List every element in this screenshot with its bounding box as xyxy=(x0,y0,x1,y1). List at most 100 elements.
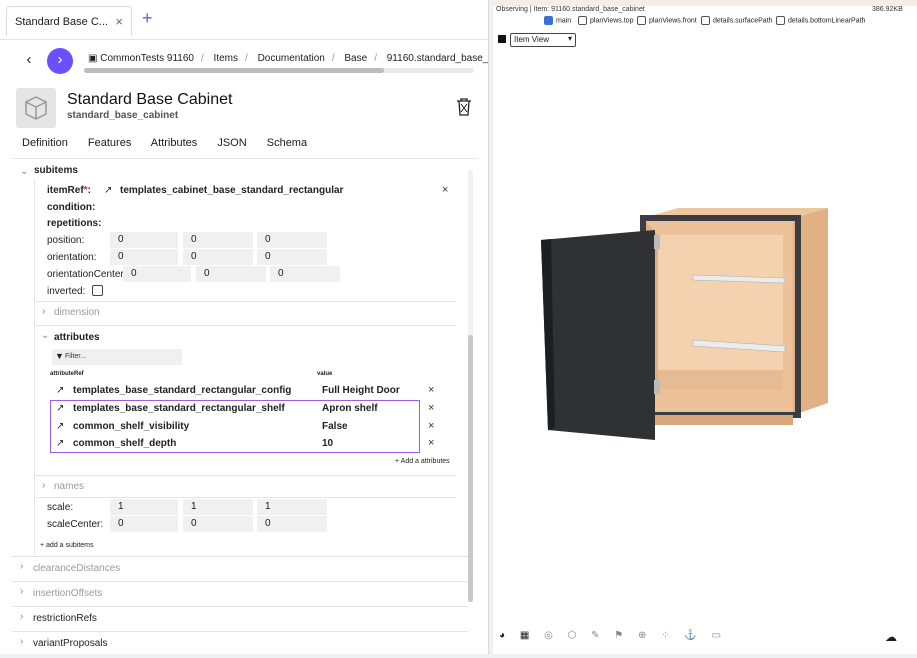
position-label: position: xyxy=(47,235,85,246)
attribute-value[interactable]: 10 xyxy=(322,438,333,449)
flag-icon[interactable]: ⚑ xyxy=(614,630,623,641)
attribute-value[interactable]: False xyxy=(322,421,348,432)
trash-icon[interactable] xyxy=(456,98,472,121)
checkbox-planviews-top[interactable]: planViews.top xyxy=(578,16,633,25)
repetitions-label: repetitions: xyxy=(47,218,102,229)
section-variant-proposals[interactable]: variantProposals xyxy=(33,638,107,649)
tab-features[interactable]: Features xyxy=(88,137,131,149)
anchor-icon[interactable]: ⚓ xyxy=(684,630,696,641)
breadcrumb-item[interactable]: Items xyxy=(214,53,238,64)
filter-placeholder: Filter... xyxy=(65,353,87,360)
dots-icon[interactable]: ⁘ xyxy=(661,630,669,641)
chevron-right-icon[interactable]: › xyxy=(20,611,23,622)
add-subitems-button[interactable]: + add a subitems xyxy=(40,542,94,549)
cloud-download-icon[interactable]: ☁ xyxy=(885,630,897,644)
form-scroll-area[interactable]: ⌄ subitems itemRef*: ↗ templates_cabinet… xyxy=(12,160,478,654)
breadcrumb-item[interactable]: Base xyxy=(344,53,367,64)
screen-icon[interactable]: ▭ xyxy=(712,630,721,641)
position-y-input[interactable]: 0 xyxy=(183,232,253,248)
tab-item[interactable]: Standard Base C... × xyxy=(6,6,132,36)
external-link-icon[interactable]: ↗ xyxy=(56,438,64,449)
chevron-down-icon[interactable]: ⌄ xyxy=(41,330,49,341)
checkbox-details-bottomlinearpath[interactable]: details.bottomLinearPath xyxy=(776,16,865,25)
divider xyxy=(36,475,456,476)
attribute-value[interactable]: Apron shelf xyxy=(322,403,378,414)
tab-json[interactable]: JSON xyxy=(217,137,246,149)
inverted-checkbox[interactable] xyxy=(92,285,103,296)
breadcrumb-item[interactable]: Documentation xyxy=(258,53,325,64)
chevron-right-icon[interactable]: › xyxy=(20,586,23,597)
remove-icon[interactable]: × xyxy=(428,420,434,432)
filter-input[interactable]: ▼ Filter... xyxy=(52,349,182,365)
attribute-value[interactable]: Full Height Door xyxy=(322,385,400,396)
scale-center-y-input[interactable]: 0 xyxy=(183,516,253,532)
scale-y-input[interactable]: 1 xyxy=(183,499,253,515)
attribute-ref[interactable]: templates_base_standard_rectangular_shel… xyxy=(73,403,285,414)
remove-icon[interactable]: × xyxy=(428,384,434,396)
checkbox-main[interactable]: main xyxy=(544,16,571,25)
inverted-label: inverted: xyxy=(47,286,86,297)
vertical-scrollbar[interactable] xyxy=(468,170,473,602)
external-link-icon[interactable]: ↗ xyxy=(56,403,64,414)
attributes-label[interactable]: attributes xyxy=(54,332,100,343)
position-z-input[interactable]: 0 xyxy=(257,232,327,248)
close-icon[interactable]: × xyxy=(115,14,123,29)
attribute-ref[interactable]: common_shelf_visibility xyxy=(73,421,189,432)
add-tab-icon[interactable]: + xyxy=(142,8,153,29)
section-subitems: subitems xyxy=(34,165,78,176)
scale-center-x-input[interactable]: 0 xyxy=(110,516,178,532)
orientation-z-input[interactable]: 0 xyxy=(257,249,327,265)
divider xyxy=(12,556,468,557)
names-label[interactable]: names xyxy=(54,481,84,492)
chevron-right-icon[interactable]: › xyxy=(42,480,45,491)
tab-schema[interactable]: Schema xyxy=(267,137,307,149)
remove-icon[interactable]: × xyxy=(428,437,434,449)
brush-icon[interactable]: ✎ xyxy=(591,630,599,641)
compass-icon[interactable]: ◎ xyxy=(544,630,553,641)
position-x-input[interactable]: 0 xyxy=(110,232,178,248)
remove-icon[interactable]: × xyxy=(428,402,434,414)
palette-icon[interactable]: ◕ xyxy=(499,630,505,641)
remove-icon[interactable]: × xyxy=(442,184,448,196)
scale-center-z-input[interactable]: 0 xyxy=(257,516,327,532)
section-insertion-offsets[interactable]: insertionOffsets xyxy=(33,588,102,599)
section-clearance-distances[interactable]: clearanceDistances xyxy=(33,563,120,574)
checkbox-planviews-front[interactable]: planViews.front xyxy=(637,16,697,25)
grid-icon[interactable]: ▦ xyxy=(520,630,529,641)
chevron-right-icon[interactable]: › xyxy=(20,636,23,647)
target-icon[interactable]: ⊕ xyxy=(638,630,646,641)
dimension-label[interactable]: dimension xyxy=(54,307,100,318)
itemref-value[interactable]: templates_cabinet_base_standard_rectangu… xyxy=(120,185,343,196)
breadcrumb-item[interactable]: CommonTests 91160 xyxy=(100,53,194,64)
box-icon[interactable]: ⬡ xyxy=(568,630,577,641)
chevron-down-icon[interactable]: ⌄ xyxy=(20,166,28,177)
orientation-x-input[interactable]: 0 xyxy=(110,249,178,265)
scale-z-input[interactable]: 1 xyxy=(257,499,327,515)
attribute-ref[interactable]: common_shelf_depth xyxy=(73,438,176,449)
breadcrumb-item[interactable]: 91160.standard_base_cab xyxy=(387,53,488,64)
orientation-center-z-input[interactable]: 0 xyxy=(270,266,340,282)
tab-definition[interactable]: Definition xyxy=(22,137,68,149)
attribute-ref[interactable]: templates_base_standard_rectangular_conf… xyxy=(73,385,291,396)
tab-title: Standard Base C... xyxy=(15,16,108,28)
view-select[interactable]: Item View ▾ xyxy=(510,33,576,47)
orientation-center-y-input[interactable]: 0 xyxy=(196,266,266,282)
add-attributes-button[interactable]: + Add a attributes xyxy=(395,458,450,465)
orientation-y-input[interactable]: 0 xyxy=(183,249,253,265)
divider xyxy=(12,581,468,582)
divider xyxy=(36,325,456,326)
external-link-icon[interactable]: ↗ xyxy=(56,385,64,396)
tab-attributes[interactable]: Attributes xyxy=(151,137,197,149)
external-link-icon[interactable]: ↗ xyxy=(104,185,112,196)
checkbox-details-surfacepath[interactable]: details.surfacePath xyxy=(701,16,773,25)
back-button[interactable]: ‹ xyxy=(16,48,42,74)
external-link-icon[interactable]: ↗ xyxy=(56,421,64,432)
3d-viewport[interactable] xyxy=(493,50,917,620)
section-restriction-refs[interactable]: restrictionRefs xyxy=(33,613,97,624)
chevron-right-icon[interactable]: › xyxy=(20,561,23,572)
chevron-right-icon[interactable]: › xyxy=(42,306,45,317)
orientation-center-x-input[interactable]: 0 xyxy=(123,266,191,282)
breadcrumb-scrollbar[interactable] xyxy=(84,68,474,73)
forward-button[interactable]: › xyxy=(47,48,73,74)
scale-x-input[interactable]: 1 xyxy=(110,499,178,515)
